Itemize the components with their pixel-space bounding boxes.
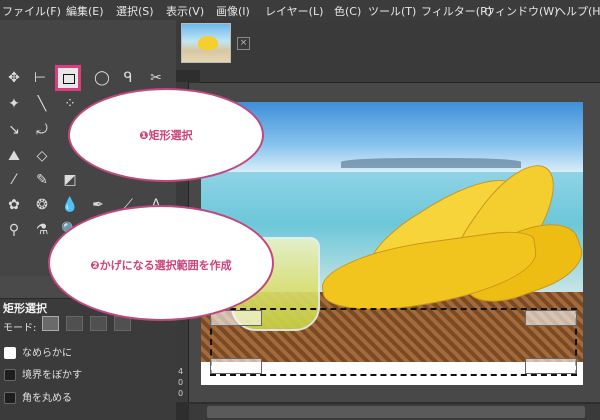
paint-bucket-icon[interactable]: ◩ [60, 170, 80, 190]
color-select-icon[interactable]: ╲ [32, 94, 52, 114]
menu-view[interactable]: 表示(V) [166, 3, 204, 19]
image-tab-thumbnail[interactable] [181, 23, 231, 63]
mode-subtract-button[interactable] [90, 316, 107, 331]
clone-icon[interactable]: ⚲ [4, 220, 24, 240]
antialias-checkbox[interactable] [4, 347, 16, 359]
eraser-icon[interactable]: 💧 [60, 195, 80, 215]
menu-layer[interactable]: レイヤー(L) [265, 3, 323, 19]
measure-icon[interactable]: ⛰ [4, 146, 24, 166]
move-icon[interactable]: ✥ [4, 68, 24, 88]
callout-1-text: ❶矩形選択 [139, 129, 193, 142]
selection-handle[interactable] [525, 358, 577, 374]
free-select-icon[interactable]: ᑫ [118, 68, 138, 88]
antialias-option[interactable]: なめらかに [4, 344, 72, 359]
ellipse-select-icon[interactable]: ◯ [92, 68, 112, 88]
callout-shadow-selection: ❷かげになる選択範囲を作成 [48, 205, 274, 321]
image-tab-bar: × [176, 20, 600, 70]
ruler-label: 0 [178, 389, 184, 398]
banana-thumbnail-icon [198, 36, 218, 50]
menubar: ファイル(F) 編集(E) 選択(S) 表示(V) 画像(I) レイヤー(L) … [0, 0, 600, 21]
round-corners-option[interactable]: 角を丸める [4, 389, 72, 404]
menu-image[interactable]: 画像(I) [216, 3, 250, 19]
heal-icon[interactable]: ⚗ [32, 220, 52, 240]
menu-help[interactable]: ヘルプ(H) [555, 3, 600, 19]
mode-add-button[interactable] [66, 316, 83, 331]
menu-file[interactable]: ファイル(F) [2, 3, 61, 19]
menu-filters[interactable]: フィルター(R) [421, 3, 492, 19]
rect-shape-icon [63, 74, 75, 84]
tool-options-title: 矩形選択 [3, 302, 47, 315]
paths-icon[interactable]: ⁘ [60, 94, 80, 114]
antialias-label: なめらかに [22, 348, 72, 359]
selection-handle[interactable] [525, 310, 577, 326]
feather-option[interactable]: 境界をぼかす [4, 366, 82, 381]
close-icon[interactable]: × [237, 37, 250, 50]
ruler-label: 0 [178, 378, 184, 387]
rect-select-icon[interactable] [55, 65, 81, 91]
callout-rect-select: ❶矩形選択 [68, 88, 264, 182]
ruler-label: 4 [178, 367, 184, 376]
feather-label: 境界をぼかす [22, 370, 82, 381]
menu-edit[interactable]: 編集(E) [66, 3, 104, 19]
menu-select[interactable]: 選択(S) [116, 3, 154, 19]
zoom-icon[interactable]: ⤾ [32, 120, 52, 140]
brush-icon[interactable]: ❂ [32, 195, 52, 215]
mode-replace-button[interactable] [42, 316, 59, 331]
warp-icon[interactable]: ◇ [32, 146, 52, 166]
fuzzy-select-icon[interactable]: ✦ [4, 94, 24, 114]
menu-windows[interactable]: ウィンドウ(W) [484, 3, 558, 19]
mode-label: モード: [3, 323, 37, 334]
align-icon[interactable]: ⊢ [30, 68, 50, 88]
scrollbar-thumb[interactable] [207, 406, 585, 418]
menu-tools[interactable]: ツール(T) [368, 3, 416, 19]
horizontal-ruler[interactable] [200, 70, 600, 83]
text-icon[interactable]: ↘ [4, 120, 24, 140]
round-corners-checkbox[interactable] [4, 392, 16, 404]
selection-handle[interactable] [210, 358, 262, 374]
selection-marquee[interactable] [210, 308, 577, 376]
island-shape [341, 158, 521, 168]
callout-2-text: ❷かげになる選択範囲を作成 [90, 259, 232, 272]
crop-icon[interactable]: ⁄ [4, 170, 24, 190]
scissors-icon[interactable]: ✂ [146, 68, 166, 88]
flip-icon[interactable]: ✎ [32, 170, 52, 190]
pencil-icon[interactable]: ✿ [4, 195, 24, 215]
horizontal-scrollbar[interactable] [189, 404, 600, 420]
round-corners-label: 角を丸める [22, 393, 72, 404]
menu-color[interactable]: 色(C) [334, 3, 361, 19]
feather-checkbox[interactable] [4, 369, 16, 381]
